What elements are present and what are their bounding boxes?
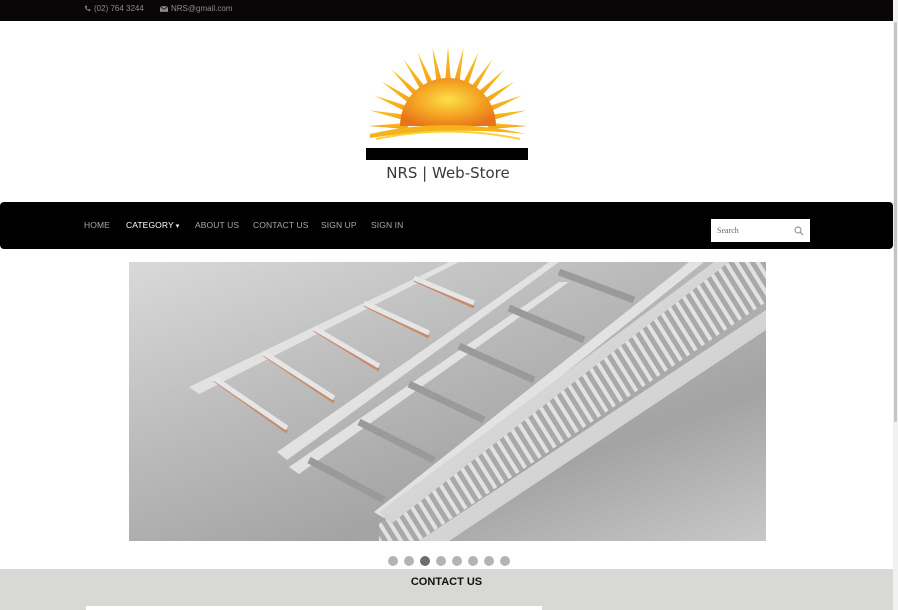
carousel-dot[interactable] (436, 556, 446, 566)
search-box (711, 219, 810, 242)
chevron-down-icon: ▾ (175, 223, 180, 230)
carousel-dot[interactable] (388, 556, 398, 566)
phone-icon (85, 5, 91, 11)
nav-contact-us[interactable]: CONTACT US (253, 220, 308, 230)
carousel-dot[interactable] (500, 556, 510, 566)
email-address[interactable]: NRS@gmail.com (171, 4, 232, 13)
contact-form-field[interactable] (86, 606, 542, 610)
nav-sign-in[interactable]: SIGN IN (371, 220, 403, 230)
site-logo[interactable]: NRS | Web-Store (362, 38, 534, 190)
search-input[interactable] (711, 219, 791, 242)
scrollbar-thumb[interactable] (894, 22, 897, 422)
carousel-dot[interactable] (468, 556, 478, 566)
main-navbar: HOME CATEGORY ▾ ABOUT US CONTACT US SIGN … (0, 202, 893, 249)
brand-name: NRS | Web-Store (386, 164, 510, 182)
logo-bar (366, 148, 528, 160)
top-info-bar: (02) 764 3244 NRS@gmail.com (0, 0, 893, 21)
hero-slide-image (129, 262, 766, 541)
page-scrollbar[interactable] (893, 0, 898, 610)
sun-icon (366, 46, 528, 160)
carousel-dot[interactable] (420, 556, 430, 566)
phone-contact: (02) 764 3244 (84, 4, 144, 13)
carousel-dot[interactable] (452, 556, 462, 566)
contact-title: CONTACT US (0, 576, 893, 588)
contact-title-part1: CONTACT (410, 576, 467, 588)
envelope-icon (160, 5, 168, 12)
carousel-indicators (388, 556, 510, 566)
nav-about-us[interactable]: ABOUT US (195, 220, 239, 230)
nav-category-label: CATEGORY (126, 220, 174, 230)
contact-section: CONTACT US (0, 569, 893, 610)
contact-title-part2: US (466, 576, 483, 588)
carousel-dot[interactable] (484, 556, 494, 566)
email-contact[interactable]: NRS@gmail.com (160, 4, 232, 13)
nav-home[interactable]: HOME (84, 220, 110, 230)
nav-category[interactable]: CATEGORY ▾ (126, 220, 179, 230)
carousel-dot[interactable] (404, 556, 414, 566)
search-icon[interactable] (794, 226, 804, 236)
nav-sign-up[interactable]: SIGN UP (321, 220, 357, 230)
phone-number: (02) 764 3244 (94, 4, 144, 13)
